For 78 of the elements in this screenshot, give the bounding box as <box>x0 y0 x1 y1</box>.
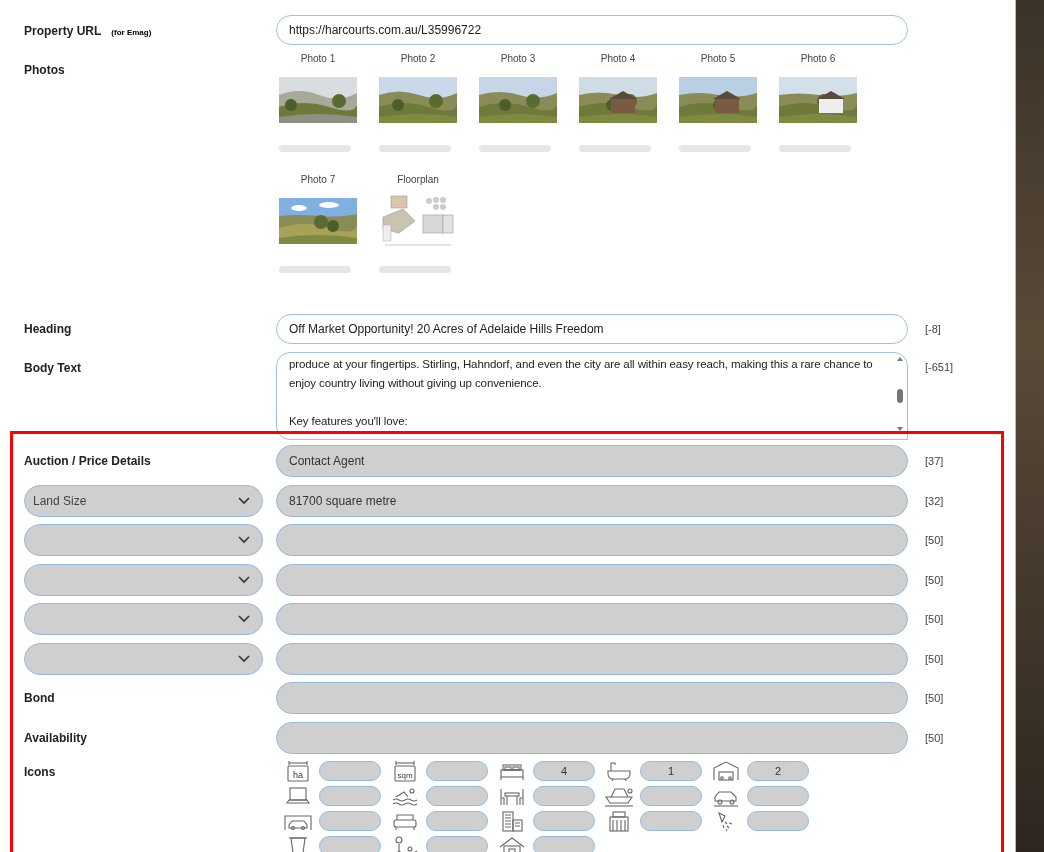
icon-value-field[interactable]: 4 <box>533 760 595 781</box>
dropdown[interactable] <box>24 642 263 675</box>
body-text-field[interactable]: produce at your fingertips. Stirling, Hahndorf, and even the city are all within easy reach, making this a rare chance to enjoy country living without giving up convenience. Key features you'll love: <box>276 352 908 440</box>
text-field[interactable]: Contact Agent <box>276 445 908 477</box>
bathtub-icon <box>604 759 634 782</box>
icon-value-field[interactable] <box>533 810 595 831</box>
dropdown[interactable] <box>24 563 263 596</box>
text-field[interactable] <box>276 682 908 714</box>
icon-value-field[interactable] <box>319 835 381 852</box>
icon-value-field[interactable] <box>319 785 381 806</box>
icon-value-field[interactable] <box>319 760 381 781</box>
char-count: [50] <box>924 731 945 744</box>
photo-bar <box>279 266 351 273</box>
photo-bar <box>679 145 751 152</box>
photo-caption: Photo 6 <box>800 53 836 66</box>
char-count: [50] <box>924 692 945 704</box>
icon-value-field[interactable] <box>426 785 488 806</box>
text-field[interactable] <box>276 603 908 635</box>
icon-value-field[interactable] <box>747 785 809 806</box>
url-field[interactable]: https://harcourts.com.au/L35996722 <box>276 15 908 45</box>
photo-bar <box>579 145 651 152</box>
photo-bar <box>479 145 551 152</box>
field-note: (for Emag) <box>111 28 152 37</box>
field-label: Bond <box>24 691 56 705</box>
photo-bar <box>379 145 451 152</box>
icon-value-field[interactable] <box>640 810 702 831</box>
photo-caption: Floorplan <box>397 174 439 187</box>
photo-bar <box>379 266 451 273</box>
dropdown[interactable]: Land Size <box>24 484 263 517</box>
dropdown[interactable] <box>24 524 263 556</box>
scrollbar[interactable] <box>895 355 905 433</box>
icon-value-field[interactable] <box>533 785 595 806</box>
field-label: Property URL <box>24 24 102 38</box>
char-count: [32] <box>924 494 945 507</box>
char-count: [50] <box>924 613 945 625</box>
photo-bar <box>779 145 851 152</box>
char-count: [-651] <box>924 360 955 373</box>
laptop-icon <box>283 784 313 807</box>
field-label: Auction / Price Details <box>24 454 152 468</box>
field-label: Photos <box>24 62 66 79</box>
icon-value-field[interactable] <box>426 810 488 831</box>
photo-bar <box>279 145 351 152</box>
text-field[interactable] <box>276 642 908 675</box>
photo-caption: Photo 2 <box>400 53 436 66</box>
field-label: Availability <box>24 730 88 745</box>
photo-caption: Photo 3 <box>500 53 536 66</box>
text-field[interactable]: 81700 square metre <box>276 484 908 517</box>
photo-caption: Photo 4 <box>600 53 636 66</box>
chevron-down-icon <box>238 615 250 623</box>
icon-value-field[interactable] <box>640 785 702 806</box>
icon-value-field[interactable] <box>533 835 595 852</box>
heading-field[interactable]: Off Market Opportunity! 20 Acres of Adelaide Hills Freedom <box>276 314 908 344</box>
dropdown[interactable] <box>24 603 263 635</box>
icon-value-field[interactable]: 2 <box>747 760 809 781</box>
icon-value-field[interactable] <box>319 810 381 831</box>
photo-caption: Photo 1 <box>300 53 336 66</box>
field-label: Icons <box>24 763 57 781</box>
chevron-down-icon <box>238 575 250 584</box>
chevron-down-icon <box>238 654 250 663</box>
icon-value-field[interactable] <box>747 810 809 831</box>
garage-icon <box>711 759 741 782</box>
chevron-down-icon <box>238 496 250 505</box>
char-count: [50] <box>924 534 945 546</box>
photo-caption: Photo 5 <box>700 53 736 66</box>
char-count: [50] <box>924 573 945 586</box>
icon-value-field[interactable]: 1 <box>640 760 702 781</box>
char-count: [50] <box>924 652 945 665</box>
photo-caption: Photo 7 <box>300 174 336 187</box>
char-count: [37] <box>924 455 945 467</box>
chevron-down-icon <box>238 536 250 544</box>
text-field[interactable] <box>276 524 908 556</box>
text-field[interactable] <box>276 563 908 596</box>
text-field[interactable] <box>276 721 908 754</box>
field-label: Heading <box>24 322 73 336</box>
icon-value-field[interactable] <box>426 760 488 781</box>
field-label: Body Text <box>24 360 83 375</box>
char-count: [-8] <box>924 323 942 335</box>
icon-value-field[interactable] <box>426 835 488 852</box>
